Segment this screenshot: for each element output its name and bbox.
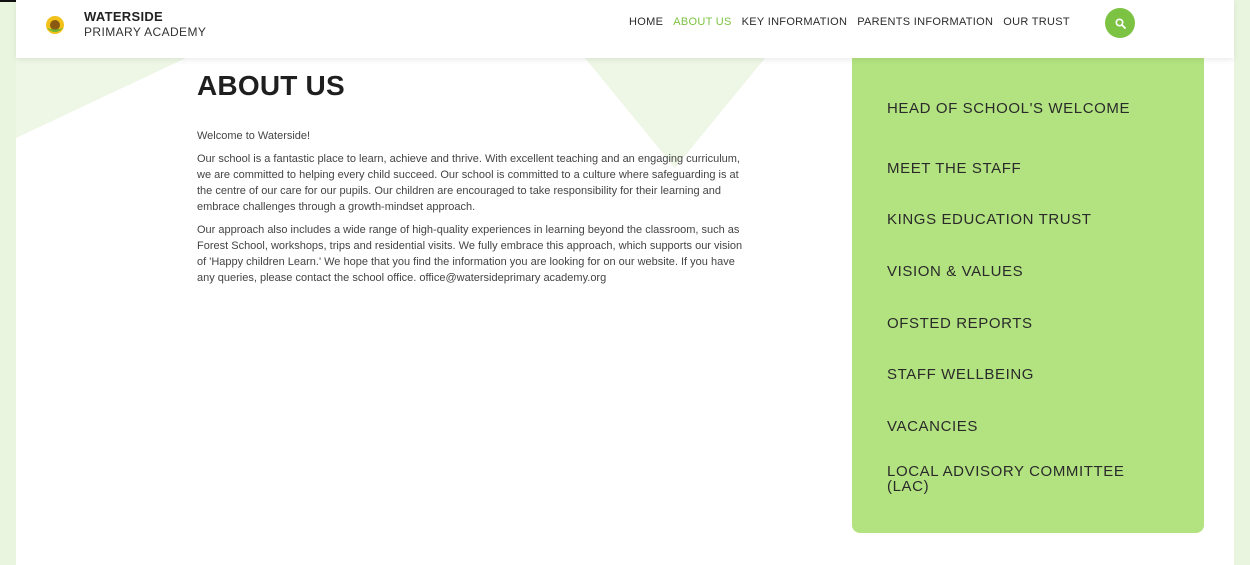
sidebar-item-local-advisory-committee[interactable]: LOCAL ADVISORY COMMITTEE (LAC) — [887, 464, 1167, 494]
main-content: ABOUT US Welcome to Waterside! Our schoo… — [197, 70, 747, 293]
sidebar-item-ofsted-reports[interactable]: OFSTED REPORTS — [887, 316, 1167, 331]
brand-name[interactable]: WATERSIDE — [84, 9, 163, 24]
search-button[interactable] — [1105, 8, 1135, 38]
intro-paragraph: Welcome to Waterside! — [197, 130, 311, 142]
sidebar-item-vision-values[interactable]: VISION & VALUES — [887, 264, 1167, 279]
nav-our-trust[interactable]: OUR TRUST — [1003, 16, 1070, 28]
about-us-sidebar: HEAD OF SCHOOL'S WELCOME MEET THE STAFF … — [852, 58, 1204, 533]
left-background-strip — [0, 0, 16, 565]
brand-subtitle[interactable]: PRIMARY ACADEMY — [84, 25, 206, 39]
decorative-ray-left — [16, 58, 186, 138]
sunflower-logo-icon[interactable] — [44, 14, 66, 36]
school-description-paragraph: Our school is a fantastic place to learn… — [197, 153, 740, 213]
sidebar-item-meet-the-staff[interactable]: MEET THE STAFF — [887, 161, 1167, 176]
right-background-strip — [1234, 0, 1250, 565]
main-navigation: HOME ABOUT US KEY INFORMATION PARENTS IN… — [629, 16, 1070, 28]
nav-parents-information[interactable]: PARENTS INFORMATION — [857, 16, 993, 28]
nav-key-information[interactable]: KEY INFORMATION — [742, 16, 848, 28]
page-title: ABOUT US — [197, 70, 345, 101]
approach-paragraph: Our approach also includes a wide range … — [197, 224, 743, 284]
page: WATERSIDE PRIMARY ACADEMY HOME ABOUT US … — [0, 0, 1250, 565]
site-header: WATERSIDE PRIMARY ACADEMY HOME ABOUT US … — [16, 0, 1234, 58]
nav-about-us[interactable]: ABOUT US — [673, 16, 731, 28]
nav-home[interactable]: HOME — [629, 16, 663, 28]
sidebar-item-head-of-school-welcome[interactable]: HEAD OF SCHOOL'S WELCOME — [887, 101, 1167, 116]
sidebar-item-kings-education-trust[interactable]: KINGS EDUCATION TRUST — [887, 212, 1167, 227]
sidebar-item-staff-wellbeing[interactable]: STAFF WELLBEING — [887, 367, 1167, 382]
sidebar-item-vacancies[interactable]: VACANCIES — [887, 419, 1167, 434]
search-icon — [1114, 17, 1126, 29]
